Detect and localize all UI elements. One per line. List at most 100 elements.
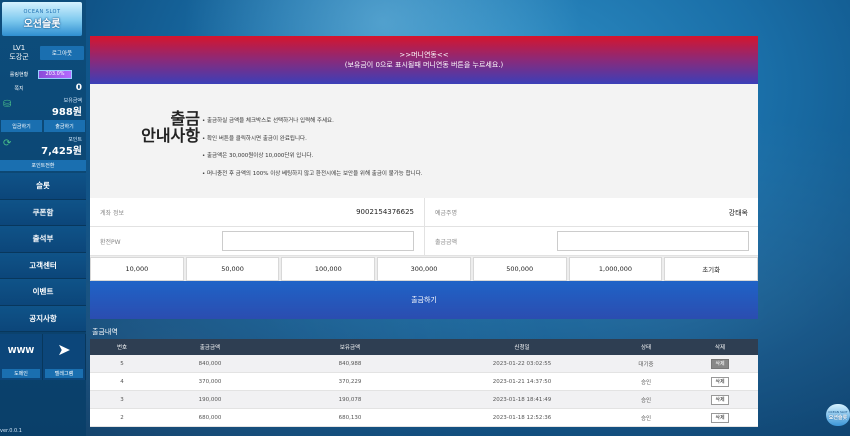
cell-delete: 삭제 — [682, 391, 758, 408]
user-name: 도강군 — [9, 53, 29, 61]
domain-link[interactable]: WWW 도메인 — [0, 334, 43, 380]
sidebar-item-slot[interactable]: 슬롯 — [0, 173, 86, 200]
money-buttons: 입금하기 출금하기 — [0, 120, 86, 132]
telegram-link[interactable]: ➤ 텔레그램 — [43, 334, 86, 380]
account-cell: 계좌 정보 9002154376625 — [90, 198, 424, 226]
amount-100000-button[interactable]: 100,000 — [281, 257, 376, 281]
amount-300000-button[interactable]: 300,000 — [377, 257, 471, 281]
cell-date: 2023-01-22 03:02:55 — [492, 360, 552, 367]
cell-status: 승인 — [640, 379, 652, 386]
withdraw-password-input[interactable] — [222, 231, 414, 251]
holder-label: 예금주명 — [435, 210, 458, 217]
table-row: 4 370,000 370,229 2023-01-21 14:37:50 승인… — [90, 373, 758, 391]
withdraw-button[interactable]: 출금하기 — [44, 120, 85, 132]
cell-date: 2023-01-21 14:37:50 — [492, 378, 552, 385]
logo-text: 오션슬롯 — [23, 18, 61, 30]
guide-title-line1: 출금 — [170, 109, 200, 128]
logout-button[interactable]: 로그아웃 — [40, 46, 84, 60]
point-icon: ⟳ — [3, 138, 12, 149]
reset-button[interactable]: 초기화 — [664, 257, 759, 281]
withdraw-submit-button[interactable]: 출금하기 — [90, 281, 758, 319]
cell-balance: 190,078 — [338, 396, 362, 403]
header-date: 신청일 — [514, 345, 530, 351]
version-text: ver.0.0.1 — [0, 428, 22, 434]
sidebar-menu: 슬롯 쿠폰함 출석부 고객센터 이벤트 공지사항 — [0, 173, 86, 332]
guide-item: • 출금액은 30,000원이상 10,000단위 입니다. — [202, 153, 314, 159]
notice-count: 0 — [75, 83, 82, 93]
header-status: 상태 — [640, 345, 652, 351]
sidebar-item-support[interactable]: 고객센터 — [0, 252, 86, 279]
notice-row[interactable]: 쪽지 0 — [0, 82, 86, 94]
cell-amount: 680,000 — [198, 414, 222, 421]
banner-subtitle: (보유금이 0으로 표시될때 머니연동 버튼을 누르세요.) — [344, 61, 504, 69]
domain-label: 도메인 — [2, 369, 40, 378]
rolling-label: 롤링현황 — [9, 71, 29, 78]
cell-amount: 190,000 — [198, 396, 222, 403]
point-amount: 7,425원 — [41, 146, 82, 157]
table-row: 5 840,000 840,988 2023-01-22 03:02:55 대기… — [90, 355, 758, 373]
sidebar-item-coupon[interactable]: 쿠폰함 — [0, 199, 86, 226]
rolling-percent: 203.0% — [45, 70, 65, 77]
user-box: LV1 도강군 로그아웃 — [0, 40, 86, 66]
table-row: 2 680,000 680,130 2023-01-18 12:52:36 승인… — [90, 409, 758, 427]
balance-box: ⛁ 보유금액 988원 — [0, 96, 86, 118]
badge-text: 오션슬롯 — [828, 414, 848, 421]
point-box: ⟳ 포인트 7,425원 — [0, 135, 86, 157]
quick-links: WWW 도메인 ➤ 텔레그램 — [0, 334, 86, 380]
amount-label: 출금금액 — [435, 239, 458, 246]
www-icon: WWW — [7, 346, 35, 355]
pw-label: 환전PW — [100, 239, 121, 246]
holder-cell: 예금주명 강태옥 — [424, 198, 758, 226]
sidebar-item-notice[interactable]: 공지사항 — [0, 305, 86, 332]
user-info: LV1 도강군 — [0, 44, 38, 62]
rolling-progress: 203.0% — [38, 69, 72, 79]
cell-no: 4 — [120, 378, 124, 385]
deposit-button[interactable]: 입금하기 — [1, 120, 42, 132]
delete-button[interactable]: 삭제 — [711, 412, 729, 423]
guide-title-line2: 안내사항 — [141, 126, 200, 145]
table-row: 3 190,000 190,078 2023-01-18 18:41:49 승인… — [90, 391, 758, 409]
cell-status: 승인 — [640, 415, 652, 422]
form-row-account: 계좌 정보 9002154376625 예금주명 강태옥 — [90, 198, 758, 227]
balance-amount: 988원 — [51, 107, 82, 118]
user-level: LV1 — [12, 44, 26, 52]
point-convert-button[interactable]: 포인트전환 — [0, 160, 86, 171]
delete-button[interactable]: 삭제 — [711, 358, 729, 369]
floating-logo-badge[interactable]: OCEAN SLOT 오션슬롯 — [826, 404, 850, 426]
header-balance: 보유금액 — [339, 345, 361, 351]
amount-1000000-button[interactable]: 1,000,000 — [568, 257, 663, 281]
guide-item: • 확인 버튼을 클릭하시면 출금이 완료됩니다. — [202, 135, 307, 142]
header-no: 번호 — [116, 345, 128, 351]
cell-date: 2023-01-18 12:52:36 — [492, 414, 552, 421]
withdraw-amount-input[interactable] — [557, 231, 749, 251]
guide-item: • 출금하실 금액을 체크박스로 선택하거나 입력해 주세요. — [202, 118, 334, 124]
guide-title: 출금 안내사항 — [120, 110, 200, 144]
delete-button[interactable]: 삭제 — [711, 376, 729, 387]
cell-no: 5 — [120, 360, 124, 367]
banner-title: >>머니연동<< — [399, 51, 449, 59]
rolling-row: 롤링현황 203.0% — [0, 68, 86, 80]
amount-50000-button[interactable]: 50,000 — [185, 257, 280, 281]
guide-list: • 출금하실 금액을 체크박스로 선택하거나 입력해 주세요. • 확인 버튼을… — [202, 116, 423, 186]
sidebar-item-attendance[interactable]: 출석부 — [0, 226, 86, 253]
cell-balance: 680,130 — [338, 414, 362, 421]
holder-value: 강태옥 — [728, 209, 748, 217]
withdraw-panel: >>머니연동<< (보유금이 0으로 표시될때 머니연동 버튼을 누르세요.) … — [90, 36, 759, 319]
form-row-input: 환전PW 출금금액 — [90, 227, 758, 256]
history-table: 번호 출금금액 보유금액 신청일 상태 삭제 5 840,000 840,988… — [90, 339, 758, 427]
sidebar: OCEAN SLOT 오션슬롯 LV1 도강군 로그아웃 롤링현황 203.0%… — [0, 0, 86, 436]
coins-icon: ⛁ — [3, 99, 12, 110]
telegram-label: 텔레그램 — [45, 369, 83, 378]
sidebar-item-event[interactable]: 이벤트 — [0, 279, 86, 306]
cell-no: 2 — [120, 414, 124, 421]
money-sync-banner[interactable]: >>머니연동<< (보유금이 0으로 표시될때 머니연동 버튼을 누르세요.) — [90, 36, 758, 84]
pw-cell: 환전PW — [90, 227, 424, 255]
history-title: 출금내역 — [92, 328, 118, 336]
cell-amount: 840,000 — [198, 360, 222, 367]
delete-button[interactable]: 삭제 — [711, 394, 729, 405]
cell-delete: 삭제 — [682, 409, 758, 426]
site-logo[interactable]: OCEAN SLOT 오션슬롯 — [2, 2, 82, 36]
amount-500000-button[interactable]: 500,000 — [472, 257, 567, 281]
cell-amount: 370,000 — [198, 378, 222, 385]
amount-10000-button[interactable]: 10,000 — [90, 257, 184, 281]
